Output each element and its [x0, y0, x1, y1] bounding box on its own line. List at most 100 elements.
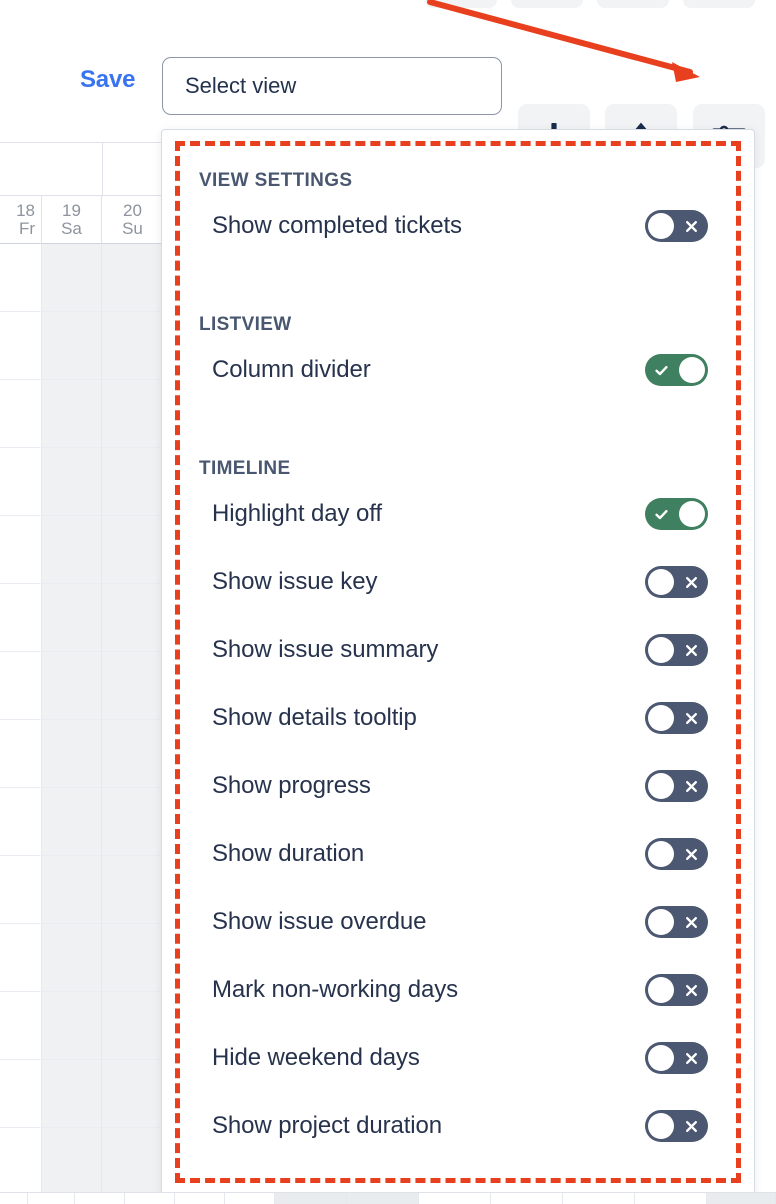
grid-cell-weekend — [102, 720, 164, 787]
toggle-column-divider[interactable] — [645, 354, 708, 386]
grid-cell — [0, 448, 42, 515]
grid-row — [0, 244, 165, 312]
select-view-input[interactable]: Select view — [162, 57, 502, 115]
setting-row: Show completed tickets — [199, 192, 708, 260]
day-header-cell: 18 Fr — [0, 196, 42, 244]
grid-row — [0, 720, 165, 788]
cross-icon — [676, 906, 707, 938]
grid-row — [0, 312, 165, 380]
grid-cell-weekend — [102, 312, 164, 379]
grid-cell — [125, 1193, 175, 1204]
check-icon — [646, 498, 677, 530]
day-header-cell: 19 Sa — [42, 196, 102, 244]
grid-cell-weekend — [102, 1128, 164, 1195]
toggle-knob — [648, 705, 674, 731]
grid-cell-weekend — [102, 244, 164, 311]
setting-label: Show progress — [212, 772, 371, 799]
grid-row — [0, 788, 165, 856]
day-weekday: Sa — [61, 219, 82, 238]
grid-cell — [0, 312, 42, 379]
setting-row: Highlight day off — [199, 480, 708, 548]
grid-cell — [491, 1193, 563, 1204]
grid-cell — [563, 1193, 635, 1204]
toggle-knob — [648, 569, 674, 595]
toggle-show-completed-tickets[interactable] — [645, 210, 708, 242]
cross-icon — [676, 702, 707, 734]
toggle-knob — [648, 213, 674, 239]
grid-row — [0, 380, 165, 448]
setting-row: Show progress — [199, 752, 708, 820]
toggle-show-issue-summary[interactable] — [645, 634, 708, 666]
grid-cell-weekend — [102, 448, 164, 515]
grid-cell-weekend — [102, 516, 164, 583]
setting-label: Show duration — [212, 840, 365, 867]
grid-cell-weekend — [102, 380, 164, 447]
grid-cell — [0, 1060, 42, 1127]
grid-row — [0, 516, 165, 584]
cross-icon — [676, 210, 707, 242]
grid-body — [0, 244, 165, 1204]
grid-cell — [0, 516, 42, 583]
cross-icon — [676, 634, 707, 666]
top-cutoff-button-1[interactable] — [425, 0, 497, 8]
setting-label: Mark non-working days — [212, 976, 458, 1003]
grid-row — [0, 856, 165, 924]
grid-cell-weekend — [102, 992, 164, 1059]
grid-cell-weekend — [42, 1128, 102, 1195]
grid-cell-weekend — [42, 380, 102, 447]
setting-label: Show issue overdue — [212, 908, 427, 935]
setting-row: Mark non-working days — [199, 956, 708, 1024]
grid-cell — [347, 1193, 419, 1204]
cross-icon — [676, 566, 707, 598]
grid-cell — [419, 1193, 491, 1204]
grid-cell-weekend — [42, 516, 102, 583]
toggle-show-project-duration[interactable] — [645, 1110, 708, 1142]
toggle-mark-non-working-days[interactable] — [645, 974, 708, 1006]
grid-cell — [707, 1193, 776, 1204]
setting-row: Show issue summary — [199, 616, 708, 684]
grid-cell — [0, 856, 42, 923]
grid-cell-weekend — [102, 652, 164, 719]
grid-cell — [225, 1193, 275, 1204]
grid-cell-weekend — [42, 1060, 102, 1127]
top-cutoff-button-4[interactable] — [683, 0, 755, 8]
top-cutoff-button-2[interactable] — [511, 0, 583, 8]
toolbar: Save Select view — [0, 52, 776, 168]
setting-label: Show issue summary — [212, 636, 439, 663]
toggle-knob — [648, 637, 674, 663]
toggle-knob — [679, 357, 705, 383]
toggle-knob — [648, 977, 674, 1003]
toggle-show-details-tooltip[interactable] — [645, 702, 708, 734]
grid-row — [0, 1128, 165, 1196]
grid-row — [0, 448, 165, 516]
grid-header-upper — [0, 143, 165, 196]
toggle-highlight-day-off[interactable] — [645, 498, 708, 530]
check-icon — [646, 354, 677, 386]
top-cutoff-button-3[interactable] — [597, 0, 669, 8]
grid-cell — [75, 1193, 125, 1204]
grid-cell — [0, 1193, 28, 1204]
setting-label: Highlight day off — [212, 500, 382, 527]
day-number: 20 — [123, 200, 142, 220]
toggle-show-issue-overdue[interactable] — [645, 906, 708, 938]
grid-cell-weekend — [102, 788, 164, 855]
top-toolbar-cutoff — [425, 0, 755, 8]
toggle-show-progress[interactable] — [645, 770, 708, 802]
toggle-show-duration[interactable] — [645, 838, 708, 870]
grid-cell-weekend — [42, 652, 102, 719]
toggle-knob — [648, 1113, 674, 1139]
grid-cell — [0, 380, 42, 447]
grid-cell-weekend — [42, 720, 102, 787]
grid-cell — [0, 1128, 42, 1195]
grid-cell — [0, 652, 42, 719]
toggle-show-issue-key[interactable] — [645, 566, 708, 598]
toggle-hide-weekend-days[interactable] — [645, 1042, 708, 1074]
save-button[interactable]: Save — [80, 66, 135, 94]
grid-cell-weekend — [42, 584, 102, 651]
grid-row — [0, 1060, 165, 1128]
grid-cell-weekend — [42, 312, 102, 379]
setting-row: Show details tooltip — [199, 684, 708, 752]
grid-cell — [635, 1193, 707, 1204]
section-header-view-settings: VIEW SETTINGS — [199, 170, 353, 191]
day-number: 19 — [62, 200, 81, 220]
